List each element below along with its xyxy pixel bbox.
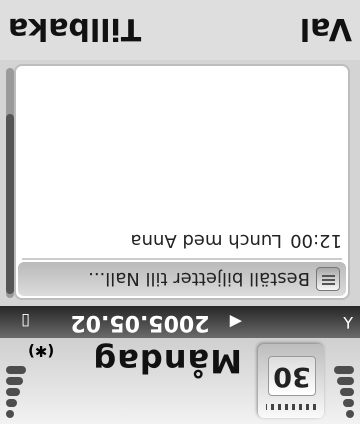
scroll-thumb[interactable]: [6, 114, 14, 294]
scrollbar[interactable]: [6, 68, 14, 298]
next-day-arrow[interactable]: ▯: [21, 312, 30, 331]
divider: [22, 258, 342, 260]
bluetooth-icon: (✱): [28, 342, 55, 360]
battery-level-icon: [6, 356, 28, 418]
options-softkey[interactable]: Val: [300, 11, 352, 46]
antenna-icon: ⅄: [343, 313, 353, 332]
softkey-bar: Val Tillbaka: [0, 0, 360, 60]
signal-strength-icon: [332, 356, 354, 418]
date-navigation-bar: ⅄ ◀ 2005.05.02 ▯: [0, 306, 360, 338]
event-time: 12:00: [290, 230, 342, 252]
list-item[interactable]: Beställ biljetter till Nall...: [18, 262, 346, 296]
memo-icon: [310, 262, 346, 296]
list-item[interactable]: 12:00 Lunch med Anna: [16, 224, 348, 258]
status-area: 30 Måndag (✱): [0, 338, 360, 424]
current-date: 2005.05.02: [70, 310, 210, 335]
back-softkey[interactable]: Tillbaka: [8, 11, 141, 46]
weekday-label: Måndag: [92, 342, 242, 380]
previous-day-arrow[interactable]: ◀: [230, 313, 242, 332]
event-list: Beställ biljetter till Nall... 12:00 Lun…: [14, 64, 350, 300]
date-number: 30: [268, 356, 316, 396]
phone-screen: 30 Måndag (✱) ⅄ ◀ 2005.05.02 ▯ Beställ b…: [0, 0, 360, 424]
calendar-date-icon: 30: [258, 344, 324, 418]
event-title: Beställ biljetter till Nall...: [88, 268, 310, 290]
event-title: Lunch med Anna: [130, 230, 282, 252]
